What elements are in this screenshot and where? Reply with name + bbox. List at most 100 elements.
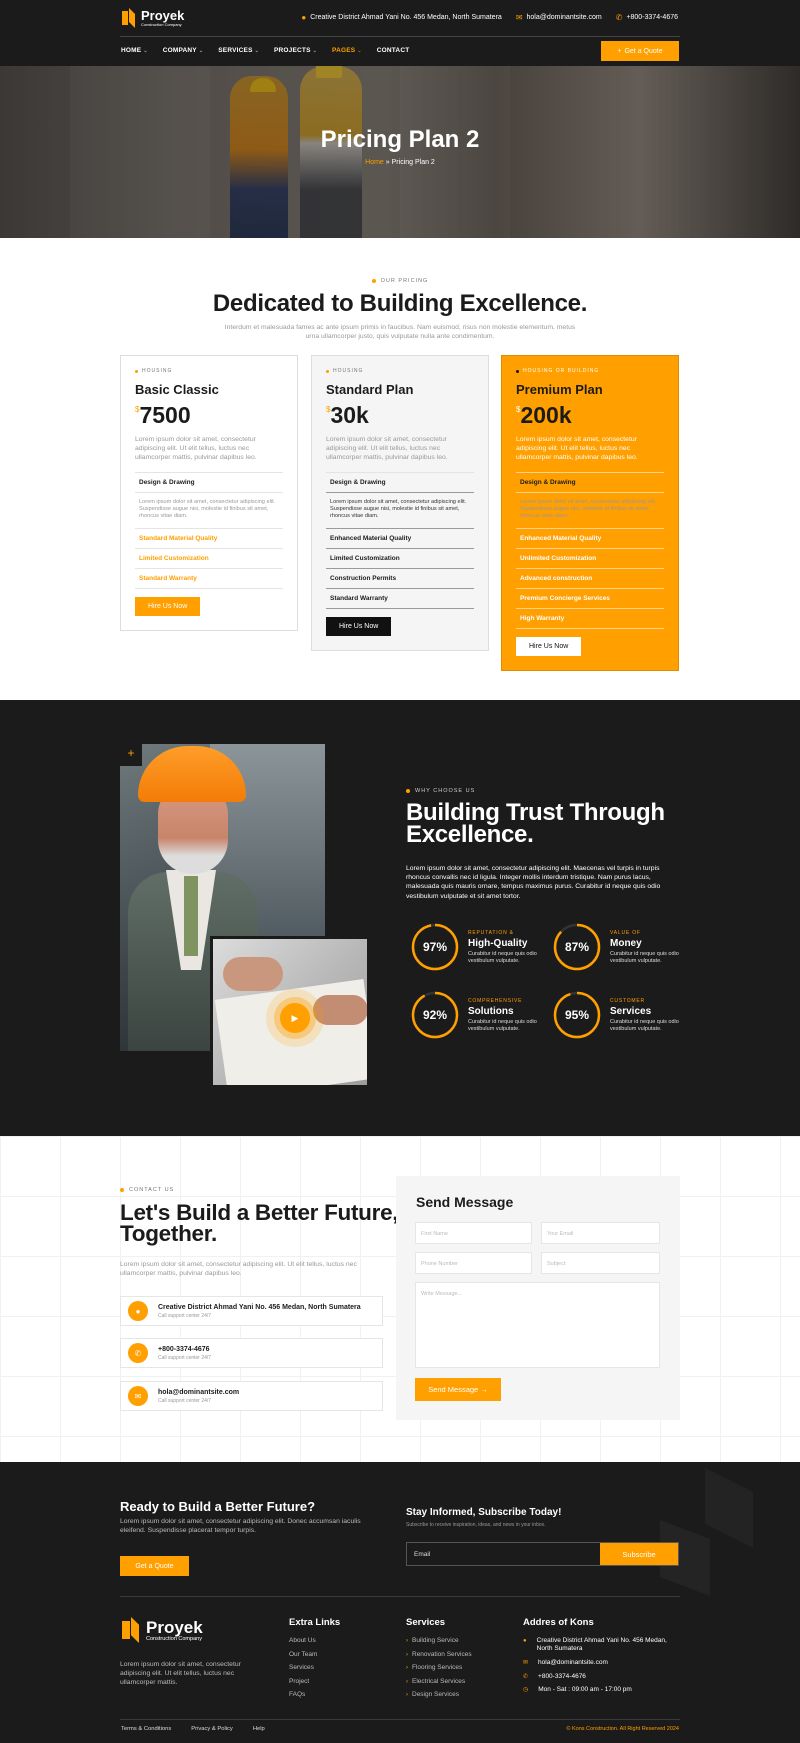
hire-us-button[interactable]: Hire Us Now bbox=[326, 617, 392, 636]
nav-projects[interactable]: PROJECTS ⌄ bbox=[274, 47, 317, 54]
contact-phone-card[interactable]: ✆ +800-3374-4676 Call support center 24/7 bbox=[120, 1338, 383, 1368]
feature-item: Design & Drawing bbox=[135, 472, 283, 493]
footer-service-link[interactable]: › Building Service bbox=[406, 1637, 472, 1651]
why-lead: Lorem ipsum dolor sit amet, consectetur … bbox=[406, 865, 661, 900]
pricing-card-premium: HOUSING OR BUILDING Premium Plan $200k L… bbox=[501, 355, 679, 671]
subscribe-title: Stay Informed, Subscribe Today! bbox=[406, 1507, 562, 1518]
contact-eyebrow: CONTACT US bbox=[120, 1187, 174, 1193]
plan-features: Design & Drawing Lorem ipsum dolor sit a… bbox=[135, 472, 283, 589]
feature-item: Design & Drawing bbox=[326, 472, 474, 493]
feature-description: Lorem ipsum dolor sit amet, consectetur … bbox=[135, 493, 283, 529]
help-link[interactable]: Help bbox=[253, 1726, 265, 1732]
stat-eyebrow: VALUE OF bbox=[610, 930, 641, 936]
phone-input[interactable]: Phone Number bbox=[415, 1252, 532, 1274]
stat-eyebrow: COMPREHENSIVE bbox=[468, 998, 523, 1004]
feature-item: Unlimited Customization bbox=[516, 549, 664, 569]
progress-ring: 92% bbox=[410, 990, 460, 1040]
pricing-title: Dedicated to Building Excellence. bbox=[212, 290, 588, 317]
chevron-down-icon: ⌄ bbox=[357, 48, 362, 54]
header-contact: ● Creative District Ahmad Yani No. 456 Me… bbox=[301, 13, 678, 22]
subject-input[interactable]: Subject bbox=[541, 1252, 660, 1274]
message-textarea[interactable]: Write Message... bbox=[415, 1282, 660, 1368]
subscribe-button[interactable]: Subscribe bbox=[600, 1543, 678, 1565]
send-message-button[interactable]: Send Message → bbox=[415, 1378, 501, 1401]
chevron-right-icon: › bbox=[406, 1678, 408, 1685]
feature-description: Lorem ipsum dolor sit amet, consectetur … bbox=[326, 493, 474, 529]
footer-extra-links: Extra Links About Us Our Team Services P… bbox=[289, 1617, 340, 1705]
plan-description: Lorem ipsum dolor sit amet, consectetur … bbox=[326, 436, 448, 461]
contact-lead: Lorem ipsum dolor sit amet, consectetur … bbox=[120, 1261, 357, 1277]
breadcrumb-home[interactable]: Home bbox=[365, 159, 384, 166]
logo-icon bbox=[122, 8, 136, 28]
pricing-card-standard: HOUSING Standard Plan $30k Lorem ipsum d… bbox=[311, 355, 489, 651]
contact-title: Let's Build a Better Future, Together. bbox=[120, 1200, 399, 1246]
header-phone[interactable]: +800-3374-4676 bbox=[626, 14, 678, 21]
terms-link[interactable]: Terms & Conditions bbox=[121, 1726, 171, 1732]
stat-item: 92% COMPREHENSIVE Solutions Curabitur id… bbox=[410, 990, 550, 1040]
nav-home[interactable]: HOME ⌄ bbox=[121, 47, 148, 54]
form-title: Send Message bbox=[416, 1194, 514, 1210]
hire-us-button[interactable]: Hire Us Now bbox=[516, 637, 582, 656]
logo-tagline: Construction Company bbox=[141, 21, 182, 27]
page-hero: Pricing Plan 2 Home » Pricing Plan 2 bbox=[0, 66, 800, 238]
footer-address: Addres of Kons ● Creative District Ahmad … bbox=[523, 1617, 683, 1700]
footer-link[interactable]: FAQs bbox=[289, 1691, 340, 1705]
logo[interactable]: Proyek Construction Company bbox=[122, 8, 184, 28]
stat-desc: Curabitur id neque quis odio vestibulum … bbox=[610, 1019, 679, 1032]
first-name-input[interactable]: First Name bbox=[415, 1222, 532, 1244]
feature-item: Advanced construction bbox=[516, 569, 664, 589]
phone-icon: ✆ bbox=[128, 1343, 148, 1363]
nav-company[interactable]: COMPANY ⌄ bbox=[163, 47, 204, 54]
plan-description: Lorem ipsum dolor sit amet, consectetur … bbox=[516, 436, 638, 461]
stat-title: High-Quality bbox=[468, 938, 528, 949]
plan-price: $200k bbox=[516, 402, 572, 428]
plus-icon: + bbox=[617, 47, 622, 55]
breadcrumb: Home » Pricing Plan 2 bbox=[365, 159, 435, 166]
stat-title: Services bbox=[610, 1006, 652, 1017]
logo-name: Proyek bbox=[141, 7, 185, 23]
chevron-down-icon: ⌄ bbox=[143, 48, 148, 54]
feature-item: Standard Warranty bbox=[135, 569, 283, 589]
progress-ring: 87% bbox=[552, 922, 602, 972]
footer-service-link[interactable]: › Renovation Services bbox=[406, 1651, 472, 1665]
contact-email-card[interactable]: ✉ hola@dominantsite.com Call support cent… bbox=[120, 1381, 383, 1411]
mail-icon: ✉ bbox=[523, 1660, 529, 1666]
header-email[interactable]: hola@dominantsite.com bbox=[527, 14, 602, 21]
header-address: Creative District Ahmad Yani No. 456 Med… bbox=[310, 14, 502, 21]
footer-link[interactable]: About Us bbox=[289, 1637, 340, 1651]
location-pin-icon: ● bbox=[128, 1301, 148, 1321]
phone-icon: ✆ bbox=[523, 1673, 529, 1680]
breadcrumb-current: Pricing Plan 2 bbox=[391, 159, 435, 166]
get-quote-button[interactable]: + Get a Quote bbox=[601, 41, 679, 61]
footer-link[interactable]: Project bbox=[289, 1678, 340, 1692]
nav-contact[interactable]: CONTACT bbox=[377, 47, 410, 54]
email-input[interactable]: Your Email bbox=[541, 1222, 660, 1244]
stat-eyebrow: CUSTOMER bbox=[610, 998, 645, 1004]
play-video-button[interactable]: ▶ bbox=[280, 1003, 310, 1033]
feature-description: Lorem ipsum dolor sit amet, consectetur … bbox=[516, 493, 664, 529]
footer-service-link[interactable]: › Flooring Services bbox=[406, 1664, 472, 1678]
nav-pages[interactable]: PAGES ⌄ bbox=[332, 47, 362, 54]
site-footer: Ready to Build a Better Future? Lorem ip… bbox=[0, 1462, 800, 1743]
site-header: Proyek Construction Company ● Creative Di… bbox=[0, 0, 800, 66]
hire-us-button[interactable]: Hire Us Now bbox=[135, 597, 201, 616]
stat-desc: Curabitur id neque quis odio vestibulum … bbox=[610, 951, 679, 964]
pricing-eyebrow: OUR PRICING bbox=[0, 278, 800, 284]
footer-link[interactable]: Our Team bbox=[289, 1651, 340, 1665]
mail-icon: ✉ bbox=[515, 13, 523, 22]
footer-service-link[interactable]: › Design Services bbox=[406, 1691, 472, 1705]
nav-services[interactable]: SERVICES ⌄ bbox=[218, 47, 259, 54]
feature-item: Standard Material Quality bbox=[135, 529, 283, 549]
footer-get-quote-button[interactable]: Get a Quote bbox=[120, 1556, 189, 1576]
feature-item: Limited Customization bbox=[326, 549, 474, 569]
plan-features: Design & Drawing Lorem ipsum dolor sit a… bbox=[326, 472, 474, 609]
privacy-link[interactable]: Privacy & Policy bbox=[191, 1726, 233, 1732]
footer-link[interactable]: Services bbox=[289, 1664, 340, 1678]
plan-name: Premium Plan bbox=[516, 382, 603, 397]
footer-service-link[interactable]: › Electrical Services bbox=[406, 1678, 472, 1692]
footer-logo[interactable]: Proyek Construction Company bbox=[122, 1617, 203, 1643]
subscribe-email-input[interactable]: Email bbox=[414, 1551, 430, 1558]
logo-icon bbox=[122, 1617, 140, 1643]
feature-item: Design & Drawing bbox=[516, 472, 664, 493]
location-pin-icon: ● bbox=[523, 1638, 527, 1644]
